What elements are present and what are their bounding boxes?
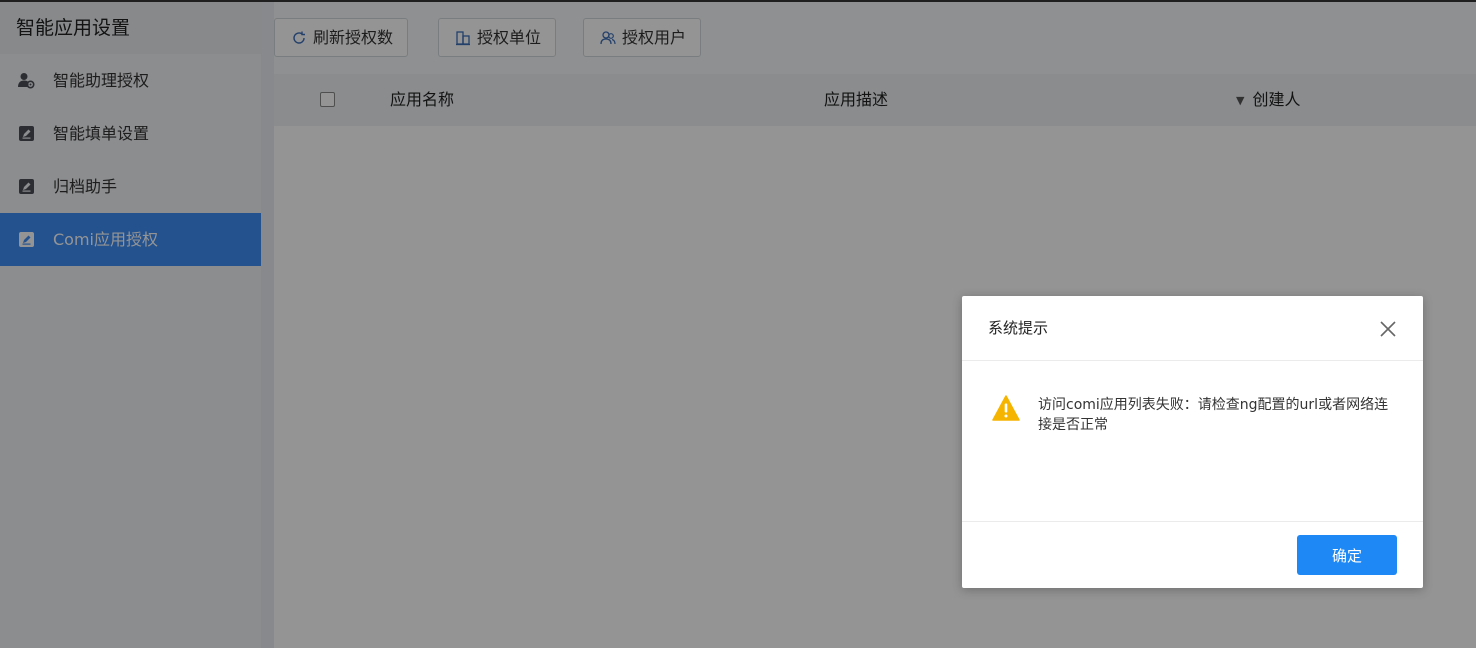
confirm-button[interactable]: 确定 <box>1297 535 1397 575</box>
dialog-message: 访问comi应用列表失败：请检查ng配置的url或者网络连接是否正常 <box>1038 397 1389 433</box>
app-window: 智能应用设置 智能助理授权 智能填单设置 归档助手 Comi应用授权 刷新授权数… <box>0 0 1476 648</box>
dialog-body: 访问comi应用列表失败：请检查ng配置的url或者网络连接是否正常 <box>962 361 1423 522</box>
dialog-header: 系统提示 <box>962 296 1423 361</box>
warning-icon <box>992 395 1020 421</box>
dialog-title: 系统提示 <box>988 319 1049 337</box>
dialog-footer: 确定 <box>962 522 1423 588</box>
system-alert-dialog: 系统提示 访问comi应用列表失败：请检查ng配置的url或者网络连接是否正常 … <box>962 296 1423 588</box>
close-icon[interactable] <box>1379 320 1397 338</box>
